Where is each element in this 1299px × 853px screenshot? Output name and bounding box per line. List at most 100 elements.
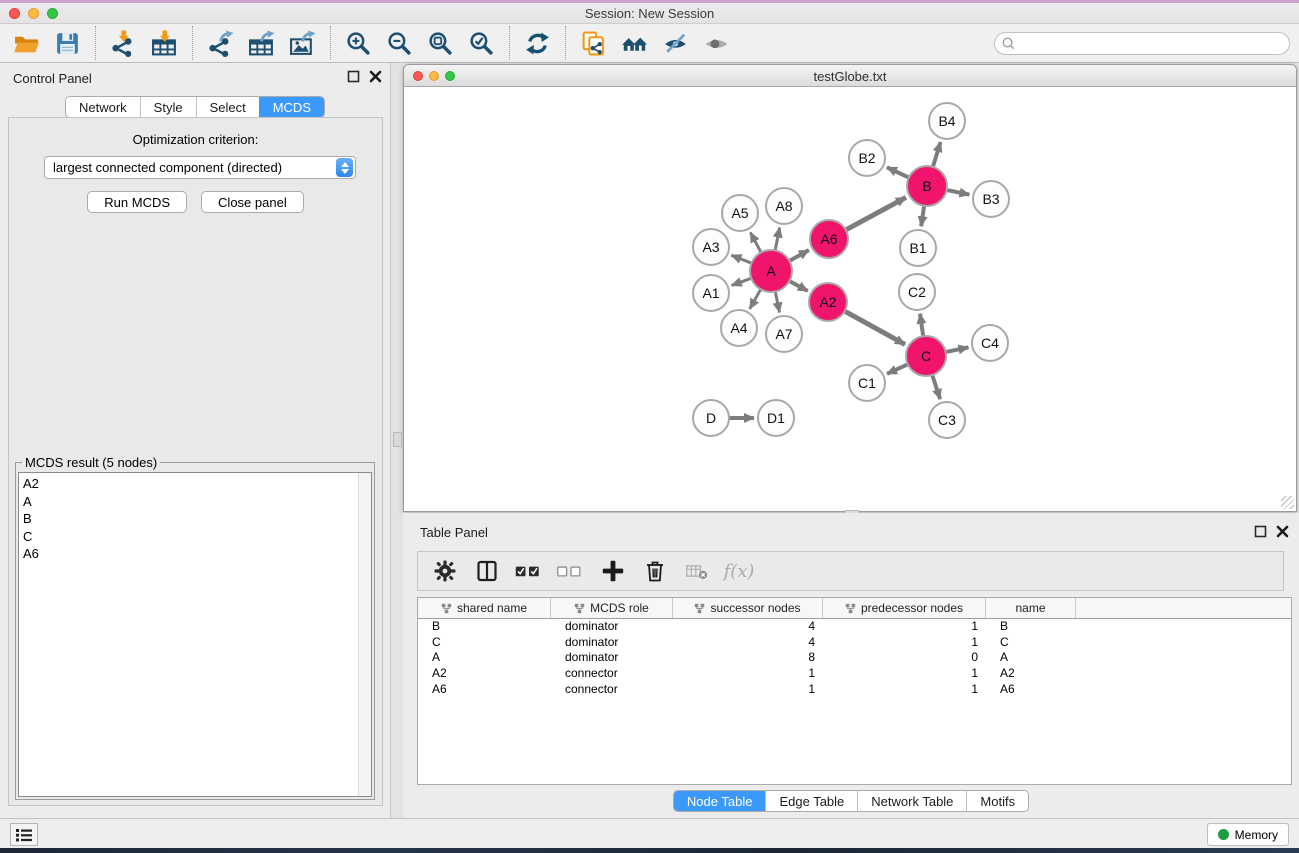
graph-node-a7[interactable]: A7 (766, 316, 802, 352)
table-row-a6[interactable]: A6connector11A6 (418, 682, 1291, 698)
hide-selected-icon[interactable] (659, 27, 692, 59)
delete-table-icon[interactable] (682, 556, 712, 586)
result-list-scrollbar[interactable] (358, 473, 371, 796)
graph-edge-a-a3[interactable] (731, 255, 753, 264)
zoom-selected-icon[interactable] (465, 27, 498, 59)
graph-node-d[interactable]: D (693, 400, 729, 436)
show-columns-icon[interactable] (472, 556, 502, 586)
function-builder-icon[interactable]: f(x) (724, 556, 754, 586)
result-node-a[interactable]: A (23, 493, 371, 511)
deselect-all-columns-icon[interactable] (556, 556, 586, 586)
close-table-panel-icon[interactable] (1276, 525, 1289, 538)
clone-network-icon[interactable] (577, 27, 610, 59)
graph-node-b[interactable]: B (907, 166, 947, 206)
graph-node-a3[interactable]: A3 (693, 229, 729, 265)
table-row-a[interactable]: Adominator80A (418, 650, 1291, 666)
table-row-a2[interactable]: A2connector11A2 (418, 666, 1291, 682)
graph-edge-a-a2[interactable] (788, 280, 808, 291)
network-canvas[interactable]: A A6 A2 B C A1 A3 A4 A5 A7 A8 B1 B2 B3 B4 C1 C2 C3 C4 D D1 (404, 88, 1296, 511)
graph-node-d1[interactable]: D1 (758, 400, 794, 436)
result-node-a6[interactable]: A6 (23, 545, 371, 563)
tab-node-table[interactable]: Node Table (674, 791, 766, 811)
tab-network-table[interactable]: Network Table (857, 791, 966, 811)
result-node-b[interactable]: B (23, 510, 371, 528)
import-table-icon[interactable] (148, 27, 181, 59)
tab-style[interactable]: Style (140, 97, 196, 117)
column-header-mcds-role[interactable]: MCDS role (551, 598, 673, 618)
graph-edge-b-b4[interactable] (932, 142, 940, 169)
graph-edge-a2-c[interactable] (843, 310, 905, 344)
export-image-icon[interactable] (286, 27, 319, 59)
graph-edge-a-a8[interactable] (775, 228, 780, 253)
graph-node-c3[interactable]: C3 (929, 402, 965, 438)
graph-edge-a6-b[interactable] (844, 197, 906, 230)
zoom-fit-icon[interactable] (424, 27, 457, 59)
tab-mcds[interactable]: MCDS (259, 97, 324, 117)
graph-node-a8[interactable]: A8 (766, 188, 802, 224)
graph-edge-c-c2[interactable] (920, 314, 923, 338)
float-table-panel-icon[interactable] (1254, 525, 1267, 538)
split-divider-handle-vertical[interactable] (393, 432, 402, 447)
graph-node-a2[interactable]: A2 (809, 283, 847, 321)
close-panel-icon[interactable] (369, 70, 382, 83)
graph-node-c[interactable]: C (906, 336, 946, 376)
result-node-c[interactable]: C (23, 528, 371, 546)
delete-column-icon[interactable] (640, 556, 670, 586)
graph-node-b1[interactable]: B1 (900, 230, 936, 266)
graph-node-c2[interactable]: C2 (899, 274, 935, 310)
export-table-icon[interactable] (245, 27, 278, 59)
first-neighbors-icon[interactable] (618, 27, 651, 59)
graph-edge-b-b2[interactable] (887, 167, 911, 178)
close-panel-button[interactable]: Close panel (201, 191, 304, 213)
graph-node-c1[interactable]: C1 (849, 365, 885, 401)
graph-edge-c-c4[interactable] (944, 347, 969, 352)
graph-edge-a-a4[interactable] (750, 288, 762, 309)
graph-node-a5[interactable]: A5 (722, 195, 758, 231)
run-mcds-button[interactable]: Run MCDS (87, 191, 187, 213)
search-input[interactable] (994, 32, 1290, 55)
zoom-out-icon[interactable] (383, 27, 416, 59)
show-all-icon[interactable] (700, 27, 733, 59)
graph-edge-a-a1[interactable] (732, 278, 754, 286)
result-node-a2[interactable]: A2 (23, 475, 371, 493)
table-settings-icon[interactable] (430, 556, 460, 586)
graph-node-c4[interactable]: C4 (972, 325, 1008, 361)
graph-edge-c-c1[interactable] (887, 363, 910, 373)
tab-motifs[interactable]: Motifs (966, 791, 1028, 811)
graph-node-a4[interactable]: A4 (721, 310, 757, 346)
graph-edge-a-a5[interactable] (750, 232, 762, 254)
float-panel-icon[interactable] (347, 70, 360, 83)
import-network-icon[interactable] (107, 27, 140, 59)
network-window-titlebar[interactable]: testGlobe.txt (404, 65, 1296, 87)
column-header-name[interactable]: name (986, 598, 1076, 618)
column-header-successor-nodes[interactable]: successor nodes (673, 598, 823, 618)
refresh-icon[interactable] (521, 27, 554, 59)
graph-node-a[interactable]: A (750, 250, 792, 292)
graph-node-a6[interactable]: A6 (810, 220, 848, 258)
column-header-predecessor-nodes[interactable]: predecessor nodes (823, 598, 986, 618)
export-network-icon[interactable] (204, 27, 237, 59)
table-row-b[interactable]: Bdominator41B (418, 619, 1291, 635)
resize-grip-icon[interactable] (1281, 496, 1294, 509)
save-session-icon[interactable] (51, 27, 84, 59)
open-file-icon[interactable] (10, 27, 43, 59)
graph-node-b3[interactable]: B3 (973, 181, 1009, 217)
graph-edge-a-a6[interactable] (788, 250, 809, 262)
graph-node-b2[interactable]: B2 (849, 140, 885, 176)
tab-network[interactable]: Network (66, 97, 140, 117)
column-header-shared-name[interactable]: shared name (418, 598, 551, 618)
graph-edge-b-b3[interactable] (945, 190, 970, 195)
memory-button[interactable]: Memory (1207, 823, 1289, 846)
select-all-columns-icon[interactable] (514, 556, 544, 586)
graph-edge-b-b1[interactable] (921, 204, 924, 226)
tab-select[interactable]: Select (196, 97, 259, 117)
graph-edge-a-a7[interactable] (775, 290, 780, 313)
graph-node-a1[interactable]: A1 (693, 275, 729, 311)
create-column-icon[interactable] (598, 556, 628, 586)
optimization-criterion-select[interactable]: largest connected component (directed) (44, 156, 356, 179)
zoom-in-icon[interactable] (342, 27, 375, 59)
graph-node-b4[interactable]: B4 (929, 103, 965, 139)
tab-edge-table[interactable]: Edge Table (765, 791, 857, 811)
task-history-button[interactable] (10, 823, 38, 846)
table-row-c[interactable]: Cdominator41C (418, 635, 1291, 651)
